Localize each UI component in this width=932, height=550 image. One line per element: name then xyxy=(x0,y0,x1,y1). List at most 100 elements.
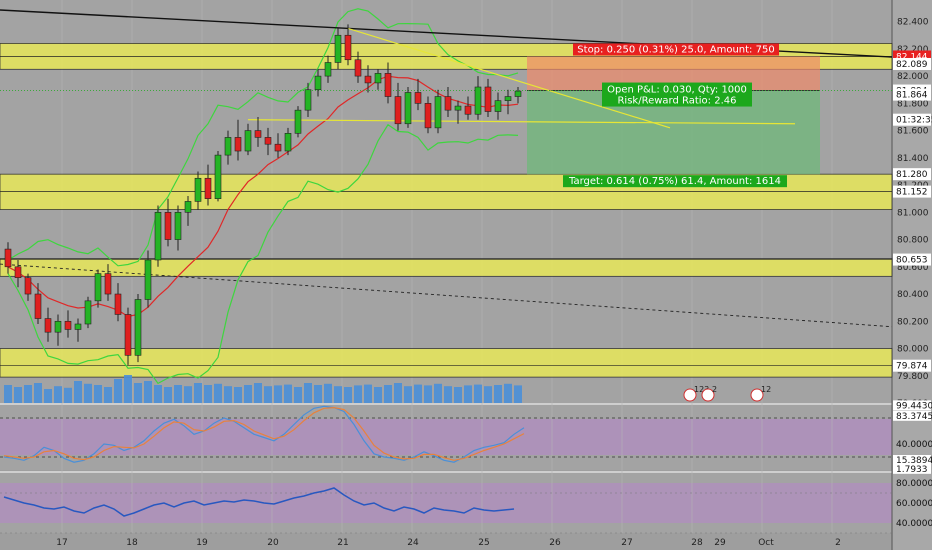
risk-reward-label: Risk/Reward Ratio: 2.46 xyxy=(617,96,736,107)
price-tag: 80.653 xyxy=(896,256,928,266)
price-tick-label: 80.200 xyxy=(897,317,929,327)
price-tag: 79.874 xyxy=(896,362,928,372)
candle-body xyxy=(394,96,402,125)
rsi-band xyxy=(0,483,892,523)
candle-body xyxy=(14,266,22,278)
date-label: 2 xyxy=(835,538,841,548)
volume-bar xyxy=(144,381,152,403)
date-label: Oct xyxy=(758,538,774,548)
volume-bar xyxy=(254,383,262,403)
candle-body xyxy=(4,248,12,268)
stoch-axis-label: 99.4430 xyxy=(896,401,932,411)
time-axis[interactable]: 17 18 19 20 21 24 25 26 27 28 29 Oct 2 xyxy=(56,538,841,548)
candle-body xyxy=(454,105,462,111)
date-label: 29 xyxy=(714,538,726,548)
candle-body xyxy=(294,109,302,134)
stochastic-band xyxy=(0,419,892,455)
candle-body xyxy=(164,212,172,240)
date-label: 20 xyxy=(267,538,279,548)
volume-bar xyxy=(504,383,512,403)
volume-bar xyxy=(374,387,382,403)
volume-bar xyxy=(204,385,212,403)
price-tag: 81.152 xyxy=(896,188,928,198)
candle-body xyxy=(254,130,262,138)
volume-bar xyxy=(14,387,22,403)
candle-body xyxy=(234,137,242,152)
candle-body xyxy=(434,96,442,129)
volume-bar xyxy=(174,385,182,403)
volume-bar xyxy=(354,385,362,403)
volume-bar xyxy=(194,383,202,403)
candle-body xyxy=(144,259,152,300)
candle-body xyxy=(334,34,342,63)
candle-body xyxy=(274,143,282,152)
volume-bar xyxy=(414,384,422,403)
candle-body xyxy=(34,293,42,319)
rsi-axis-label: 80.0000 xyxy=(896,479,932,489)
candle-body xyxy=(204,177,212,199)
volume-bar xyxy=(4,385,12,403)
candle-body xyxy=(84,300,92,325)
candle-body xyxy=(64,320,72,330)
volume-bar xyxy=(464,385,472,403)
date-label: 25 xyxy=(478,538,489,548)
countdown-label: 01:32:35 xyxy=(896,116,932,126)
volume-bar xyxy=(74,381,82,403)
candle-body xyxy=(314,75,322,91)
price-tick-label: 81.600 xyxy=(897,127,929,137)
volume-bar xyxy=(234,387,242,403)
event-count: 2 xyxy=(712,385,717,394)
volume-bar xyxy=(224,386,232,403)
volume-bar xyxy=(114,379,122,403)
sr-zone xyxy=(0,348,893,378)
candle-body xyxy=(214,154,222,199)
volume-bar xyxy=(334,386,342,403)
candle-body xyxy=(244,130,252,152)
candle-body xyxy=(514,90,522,97)
price-tick-label: 81.000 xyxy=(897,208,929,218)
date-label: 18 xyxy=(126,538,138,548)
candle-body xyxy=(324,62,332,77)
candle-body xyxy=(404,92,412,125)
candle-body xyxy=(384,73,392,97)
volume-bar xyxy=(84,383,92,403)
price-tag: 81.280 xyxy=(896,170,928,180)
volume-bar xyxy=(314,385,322,403)
date-label: 27 xyxy=(621,538,632,548)
short-position-tool[interactable] xyxy=(527,56,820,175)
target-label: Target: 0.614 (0.75%) 61.4, Amount: 1614 xyxy=(568,176,781,187)
volume-bar xyxy=(444,386,452,403)
chart-window: Stop: 0.250 (0.31%) 25.0, Amount: 750 Ta… xyxy=(0,0,932,550)
candle-body xyxy=(464,105,472,115)
candle-body xyxy=(364,75,372,84)
price-tick-label: 81.800 xyxy=(897,99,929,109)
date-label: 24 xyxy=(407,538,419,548)
volume-bar xyxy=(54,386,62,403)
volume-bar xyxy=(154,385,162,403)
volume-bar xyxy=(304,383,312,403)
candle-body xyxy=(304,89,312,111)
candle-body xyxy=(74,323,82,330)
stop-label: Stop: 0.250 (0.31%) 25.0, Amount: 750 xyxy=(577,44,774,55)
volume-bar xyxy=(264,386,272,403)
volume-bar xyxy=(514,385,522,403)
volume-bar xyxy=(124,375,132,403)
rsi-axis-label: 60.0000 xyxy=(896,499,932,509)
price-tick-label: 79.800 xyxy=(897,372,929,382)
candle-body xyxy=(184,201,192,213)
candle-body xyxy=(154,212,162,261)
candle-body xyxy=(414,92,422,104)
candle-body xyxy=(174,212,182,240)
date-label: 21 xyxy=(337,538,348,548)
price-tick-label: 81.400 xyxy=(897,154,929,164)
volume-bar xyxy=(34,383,42,403)
pnl-label: Open P&L: 0.030, Qty: 1000 xyxy=(607,85,747,96)
candle-body xyxy=(504,96,512,101)
volume-bar xyxy=(344,387,352,403)
candle-body xyxy=(124,314,132,356)
candle-body xyxy=(424,103,432,129)
trading-chart[interactable]: Stop: 0.250 (0.31%) 25.0, Amount: 750 Ta… xyxy=(0,0,932,550)
volume-bar xyxy=(294,387,302,403)
volume-bar xyxy=(94,385,102,403)
date-label: 28 xyxy=(691,538,703,548)
